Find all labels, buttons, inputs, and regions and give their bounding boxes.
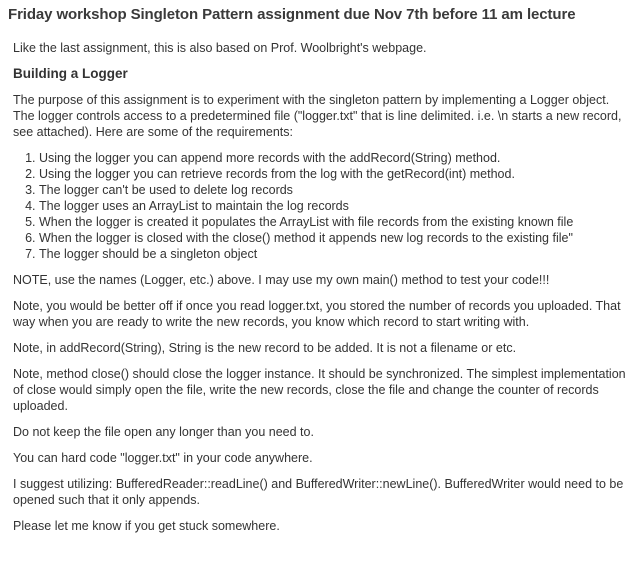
requirement-item: The logger should be a singleton object bbox=[39, 246, 631, 262]
requirements-list: Using the logger you can append more rec… bbox=[13, 150, 631, 262]
note-names: NOTE, use the names (Logger, etc.) above… bbox=[13, 273, 550, 287]
requirement-item: When the logger is closed with the close… bbox=[39, 230, 631, 246]
note-suggestion: I suggest utilizing: BufferedReader::rea… bbox=[13, 477, 624, 507]
note-record-count: Note, you would be better off if once yo… bbox=[13, 299, 621, 329]
section-heading: Building a Logger bbox=[13, 66, 128, 81]
page-title: Friday workshop Singleton Pattern assign… bbox=[8, 6, 576, 23]
note-close-method: Note, method close() should close the lo… bbox=[13, 367, 626, 413]
note-file-open: Do not keep the file open any longer tha… bbox=[13, 425, 314, 439]
assignment-body: Like the last assignment, this is also b… bbox=[13, 40, 631, 544]
requirement-item: Using the logger you can retrieve record… bbox=[39, 166, 631, 182]
requirement-item: Using the logger you can append more rec… bbox=[39, 150, 631, 166]
requirement-item: The logger can't be used to delete log r… bbox=[39, 182, 631, 198]
purpose-paragraph: The purpose of this assignment is to exp… bbox=[13, 93, 622, 139]
requirement-item: When the logger is created it populates … bbox=[39, 214, 631, 230]
note-addrecord: Note, in addRecord(String), String is th… bbox=[13, 341, 517, 355]
note-contact: Please let me know if you get stuck some… bbox=[13, 519, 280, 533]
requirement-item: The logger uses an ArrayList to maintain… bbox=[39, 198, 631, 214]
intro-paragraph: Like the last assignment, this is also b… bbox=[13, 41, 427, 55]
note-hard-code: You can hard code "logger.txt" in your c… bbox=[13, 451, 313, 465]
